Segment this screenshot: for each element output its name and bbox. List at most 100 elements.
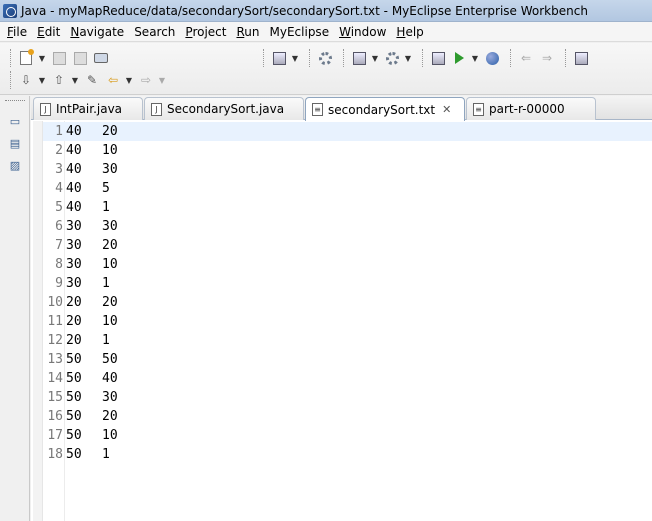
- editor-tab-bar: J IntPair.java J SecondarySort.java ≡ se…: [31, 96, 652, 121]
- toolbar-separator: [263, 49, 264, 67]
- new-file-icon: [20, 49, 34, 65]
- toolbar-separator: [565, 49, 566, 67]
- forward-dropdown[interactable]: ▼: [158, 71, 166, 89]
- open-type-button[interactable]: [316, 49, 334, 67]
- text-file-icon: ≡: [312, 103, 323, 116]
- back-nav-button[interactable]: ⇐: [517, 49, 535, 67]
- editor-line[interactable]: 9 30 1: [43, 274, 652, 293]
- close-tab-icon[interactable]: ✕: [442, 103, 451, 116]
- new-web-project-button[interactable]: [270, 49, 288, 67]
- editor-line[interactable]: 7 30 20: [43, 236, 652, 255]
- menu-myeclipse[interactable]: MyEclipse: [265, 22, 335, 42]
- save-button[interactable]: [50, 49, 68, 67]
- open-perspective-button[interactable]: [572, 49, 590, 67]
- line-value-key: 30: [66, 257, 82, 272]
- line-value-secondary: 1: [102, 333, 110, 348]
- toolbar-row-2: ⇩ ▼ ⇧ ▼ ✎ ⇦ ▼ ⇨ ▼: [4, 69, 170, 91]
- editor-line[interactable]: 4 40 5: [43, 179, 652, 198]
- editor-line[interactable]: 12 20 1: [43, 331, 652, 350]
- editor-line[interactable]: 11 20 10: [43, 312, 652, 331]
- next-annotation-dropdown[interactable]: ▼: [38, 71, 46, 89]
- toolbar-grip: [10, 49, 11, 67]
- new-wizard-button[interactable]: [17, 49, 35, 67]
- previous-annotation-button[interactable]: ⇧: [50, 71, 68, 89]
- menu-window[interactable]: Window: [334, 22, 391, 42]
- line-number: 16: [47, 409, 63, 424]
- editor-area: J IntPair.java J SecondarySort.java ≡ se…: [31, 96, 652, 521]
- menu-help[interactable]: Help: [391, 22, 428, 42]
- myeclipse-app-icon: [3, 3, 17, 18]
- tab-intpair-java[interactable]: J IntPair.java: [33, 97, 143, 120]
- main-toolbar: ▼ ▼ ▼ ▼ ▼ ⇐ ⇒ ⇩ ▼ ⇧ ▼ ✎ ⇦ ▼ ⇨ ▼: [0, 43, 652, 95]
- trim-grip: [5, 100, 25, 102]
- line-number: 17: [47, 428, 63, 443]
- line-number: 12: [47, 333, 63, 348]
- tab-secondarysort-java[interactable]: J SecondarySort.java: [144, 97, 304, 120]
- editor-line[interactable]: 15 50 30: [43, 388, 652, 407]
- tab-secondarysort-txt[interactable]: ≡ secondarySort.txt ✕: [305, 97, 465, 121]
- editor-line[interactable]: 17 50 10: [43, 426, 652, 445]
- back-button[interactable]: ⇦: [104, 71, 122, 89]
- editor-line[interactable]: 3 40 30: [43, 160, 652, 179]
- new-web-project-dropdown[interactable]: ▼: [291, 49, 299, 67]
- line-value-key: 50: [66, 447, 82, 462]
- line-value-secondary: 40: [102, 371, 118, 386]
- back-dropdown[interactable]: ▼: [125, 71, 133, 89]
- print-button[interactable]: [92, 49, 110, 67]
- line-number: 11: [47, 314, 63, 329]
- forward-nav-button[interactable]: ⇒: [538, 49, 556, 67]
- editor-line[interactable]: 18 50 1: [43, 445, 652, 464]
- browser-button[interactable]: [483, 49, 501, 67]
- search-tool-button[interactable]: [383, 49, 401, 67]
- editor-line[interactable]: 13 50 50: [43, 350, 652, 369]
- search-tool-icon: [385, 51, 399, 65]
- menu-file[interactable]: File: [2, 22, 32, 42]
- line-value-secondary: 1: [102, 447, 110, 462]
- line-value-secondary: 1: [102, 276, 110, 291]
- text-editor[interactable]: 1 40 20 2 40 10 3 40 30 4 40 5 5 40 1 6 30 30 7 30 20 8 30 10 9 3…: [31, 121, 652, 521]
- menu-bar: File Edit Navigate Search Project Run My…: [0, 22, 652, 42]
- previous-annotation-dropdown[interactable]: ▼: [71, 71, 79, 89]
- next-annotation-button[interactable]: ⇩: [17, 71, 35, 89]
- line-value-key: 40: [66, 200, 82, 215]
- line-value-key: 20: [66, 314, 82, 329]
- editor-line[interactable]: 6 30 30: [43, 217, 652, 236]
- save-all-button[interactable]: [71, 49, 89, 67]
- line-value-secondary: 20: [102, 124, 118, 139]
- line-value-key: 20: [66, 295, 82, 310]
- editor-line[interactable]: 16 50 20: [43, 407, 652, 426]
- search-tool-dropdown[interactable]: ▼: [404, 49, 412, 67]
- deploy-dropdown[interactable]: ▼: [371, 49, 379, 67]
- restore-view-icon[interactable]: ▭: [8, 114, 22, 128]
- menu-run[interactable]: Run: [231, 22, 264, 42]
- menu-project[interactable]: Project: [180, 22, 231, 42]
- tab-part-r-00000[interactable]: ≡ part-r-00000: [466, 97, 596, 120]
- server-button[interactable]: [429, 49, 447, 67]
- editor-line[interactable]: 10 20 20: [43, 293, 652, 312]
- menu-edit[interactable]: Edit: [32, 22, 65, 42]
- new-wizard-dropdown[interactable]: ▼: [38, 49, 46, 67]
- line-value-key: 50: [66, 390, 82, 405]
- editor-line[interactable]: 8 30 10: [43, 255, 652, 274]
- line-value-secondary: 1: [102, 200, 110, 215]
- last-edit-location-button[interactable]: ✎: [83, 71, 101, 89]
- line-number: 3: [55, 162, 63, 177]
- left-trim-bar: ▭ ▤ ▨: [0, 96, 30, 521]
- editor-line[interactable]: 2 40 10: [43, 141, 652, 160]
- line-value-secondary: 20: [102, 238, 118, 253]
- editor-line[interactable]: 14 50 40: [43, 369, 652, 388]
- editor-line[interactable]: 1 40 20: [43, 122, 652, 141]
- menu-search[interactable]: Search: [129, 22, 180, 42]
- run-dropdown[interactable]: ▼: [471, 49, 479, 67]
- hierarchy-view-icon[interactable]: ▤: [8, 136, 22, 150]
- package-explorer-icon[interactable]: ▨: [8, 158, 22, 172]
- line-value-key: 30: [66, 276, 82, 291]
- line-number: 15: [47, 390, 63, 405]
- line-value-secondary: 30: [102, 219, 118, 234]
- line-value-secondary: 20: [102, 409, 118, 424]
- run-button[interactable]: [450, 49, 468, 67]
- deploy-button[interactable]: [350, 49, 368, 67]
- menu-navigate[interactable]: Navigate: [65, 22, 129, 42]
- forward-button[interactable]: ⇨: [137, 71, 155, 89]
- editor-line[interactable]: 5 40 1: [43, 198, 652, 217]
